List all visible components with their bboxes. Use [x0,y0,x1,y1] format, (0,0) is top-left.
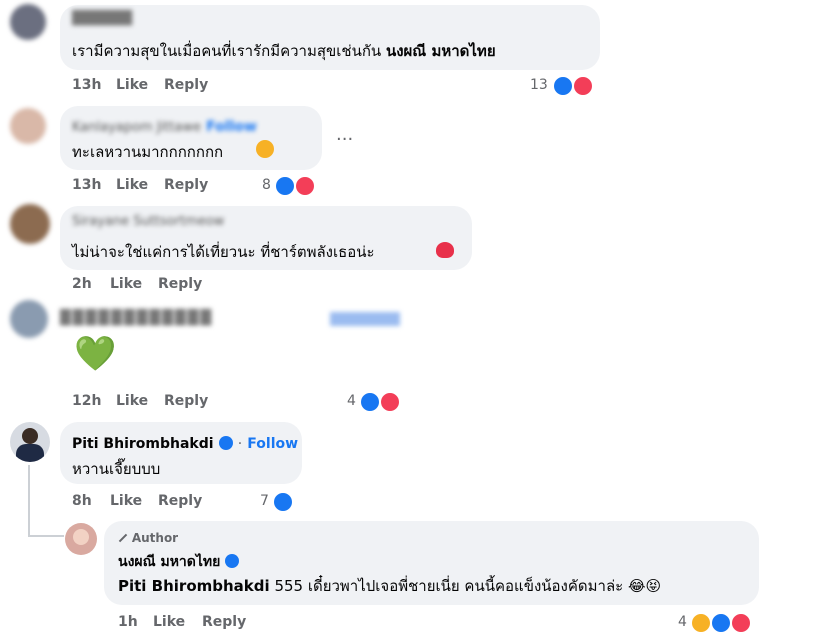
comment-meta: 8h Like Reply [72,493,222,511]
author-badge: Author [131,531,179,545]
comment-mention[interactable]: Piti Bhirombhakdi [118,577,270,595]
avatar[interactable] [10,108,46,144]
commenter-name[interactable]: Sirayane Suttsortmeow [72,214,224,229]
timestamp[interactable]: 2h [72,276,92,292]
comment-meta: 13h Like Reply [72,77,222,95]
reply-button[interactable]: Reply [158,493,202,509]
follow-button[interactable]: Follow [206,119,257,135]
comment-text: เรามีความสุขในเมื่อคนที่เรารักมีความสุขเ… [72,39,496,63]
comment-meta: 13h Like Reply [72,177,222,195]
comment-text-plain: 555 เดี๋ยวพาไปเจอพี่ชายเนี่ย คนนี้คอแข็ง… [274,577,662,595]
like-reaction-icon [710,612,732,634]
verified-badge-icon [225,554,240,568]
thread-line [28,465,30,535]
flushed-emoji-icon [256,140,274,158]
reply-button[interactable]: Reply [164,393,208,409]
heart-emoji-icon [436,242,454,258]
reaction-count[interactable]: 4 [347,393,356,409]
green-heart-emoji: 💚 [74,334,117,374]
timestamp[interactable]: 8h [72,493,92,509]
reply-button[interactable]: Reply [164,177,208,193]
comment-text: ไม่น่าจะใช่แค่การได้เที่ยวนะ ที่ชาร์ตพลั… [72,243,375,261]
reaction-count[interactable]: 8 [262,177,271,193]
timestamp[interactable]: 13h [72,77,101,93]
like-reaction-icon [359,391,381,413]
like-button[interactable]: Like [116,177,148,193]
commenter-name[interactable]: ████████████ [60,310,213,326]
follow-button[interactable] [330,312,400,326]
follow-button[interactable]: Follow [247,436,298,452]
like-button[interactable]: Like [110,276,142,292]
thread-line-curve [28,535,64,537]
avatar[interactable] [65,523,97,555]
love-reaction-icon [294,175,316,197]
avatar[interactable] [10,300,48,338]
like-button[interactable]: Like [116,77,148,93]
comment-bubble: Kanlayapom Jittawe Follow ทะเลหวานมากกกก… [60,106,322,170]
like-reaction-icon [274,175,296,197]
timestamp[interactable]: 1h [118,614,138,630]
pen-icon [118,533,128,543]
comment-bubble: Author นงผณี มหาดไทย Piti Bhirombhakdi 5… [104,521,759,605]
reply-button[interactable]: Reply [158,276,202,292]
commenter-name[interactable]: นงผณี มหาดไทย [118,554,220,570]
commenter-name[interactable]: ██████ [72,11,132,26]
reaction-count[interactable]: 4 [678,614,687,630]
comment-bubble: ██████ เรามีความสุขในเมื่อคนที่เรารักมีค… [60,5,600,70]
love-reaction-icon [572,75,594,97]
reply-button[interactable]: Reply [202,614,246,630]
comment-meta: 2h Like Reply [72,276,222,294]
timestamp[interactable]: 13h [72,177,101,193]
like-button[interactable]: Like [153,614,185,630]
reaction-count[interactable]: 13 [530,77,548,93]
comment-meta: 1h Like Reply [118,614,268,632]
reply-button[interactable]: Reply [164,77,208,93]
comment-bubble: Piti Bhirombhakdi · Follow หวานเจี๊ยบบบ [60,422,302,484]
comment-bubble: Sirayane Suttsortmeow ไม่น่าจะใช่แค่การไ… [60,206,472,270]
like-button[interactable]: Like [116,393,148,409]
commenter-name[interactable]: Kanlayapom Jittawe [72,120,201,135]
comment-text: Piti Bhirombhakdi 555 เดี๋ยวพาไปเจอพี่ชา… [118,574,661,598]
avatar[interactable] [10,422,50,462]
avatar[interactable] [10,4,46,40]
like-reaction-icon [272,491,294,513]
reaction-count[interactable]: 7 [260,493,269,509]
avatar[interactable] [10,204,50,244]
like-button[interactable]: Like [110,493,142,509]
commenter-name[interactable]: Piti Bhirombhakdi [72,436,214,452]
comment-text-plain: เรามีความสุขในเมื่อคนที่เรารักมีความสุขเ… [72,42,382,60]
timestamp[interactable]: 12h [72,393,101,409]
like-reaction-icon [552,75,574,97]
comment-meta: 12h Like Reply [72,393,222,411]
haha-reaction-icon [690,612,712,634]
love-reaction-icon [379,391,401,413]
love-reaction-icon [730,612,752,634]
comment-mention[interactable]: นงผณี มหาดไทย [386,42,496,60]
comment-text: ทะเลหวานมากกกกกกก [72,143,224,161]
comment-text: หวานเจี๊ยบบบ [72,460,161,478]
verified-badge-icon [218,436,233,450]
more-options-button[interactable]: ... [336,124,353,145]
